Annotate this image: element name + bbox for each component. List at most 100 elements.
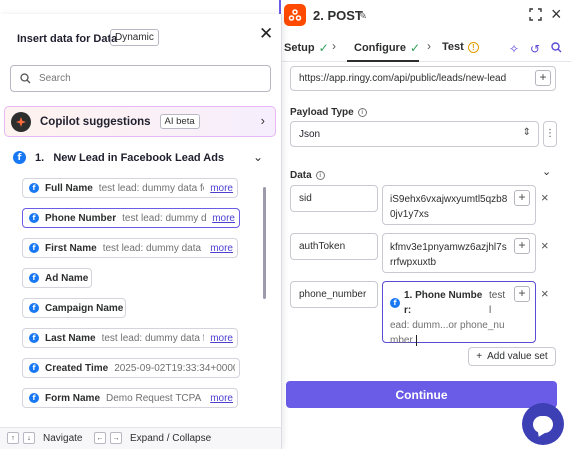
add-value-set-button[interactable]: + Add value set <box>468 347 556 366</box>
field-value: Demo Request TCPA Form <box>106 392 204 404</box>
data-value-field[interactable]: iS9ehx6vxajwxyumtl5qzb80jv1y7xs <box>382 185 536 225</box>
payload-type-value: Json <box>299 129 321 140</box>
continue-button[interactable]: Continue <box>286 381 557 408</box>
data-field-item[interactable]: f Last Name test lead: dummy data for mo… <box>22 328 238 348</box>
check-icon: ✓ <box>409 41 421 55</box>
tab-test[interactable]: Test! <box>442 41 479 53</box>
field-name: Ad Name <box>45 272 89 284</box>
data-field-item[interactable]: f Created Time 2025-09-02T19:33:34+0000 <box>22 358 240 378</box>
tab-label: Setup <box>284 42 315 54</box>
field-name: Form Name <box>45 392 101 404</box>
data-field-item[interactable]: f Ad Name <box>22 268 92 288</box>
data-field-item-selected[interactable]: f Phone Number test lead: dummy data mor… <box>22 208 240 228</box>
close-icon[interactable]: × <box>551 5 562 23</box>
plus-icon: + <box>476 351 483 362</box>
dynamic-badge: Dynamic <box>110 29 159 46</box>
search-icon <box>20 73 31 84</box>
label-text: Payload Type <box>290 107 354 118</box>
facebook-icon: f <box>29 363 39 373</box>
arrow-down-icon: ↓ <box>23 432 35 444</box>
value-text: kfmv3e1pnyamwz6azjhl7srrfwpxuxtb <box>390 242 507 268</box>
field-name: Campaign Name <box>45 302 124 314</box>
sparkle-icon[interactable]: ✧ <box>509 42 519 56</box>
arrow-up-icon: ↑ <box>7 432 19 444</box>
search-icon[interactable] <box>551 42 562 56</box>
url-field[interactable]: https://app.ringy.com/api/public/leads/n… <box>290 66 556 91</box>
data-key-field[interactable]: sid <box>290 185 378 212</box>
remove-row-icon[interactable]: × <box>541 190 549 205</box>
tab-configure[interactable]: Configure ✓ <box>354 41 420 55</box>
field-value: test lead: dummy data for <box>101 332 205 344</box>
more-link[interactable]: more <box>210 243 233 254</box>
step-title: 2. POST <box>313 8 363 23</box>
chevron-down-icon[interactable]: ⌄ <box>542 165 551 178</box>
expand-collapse-hint: ← → Expand / Collapse <box>94 432 211 444</box>
scrollbar-thumb[interactable] <box>263 187 266 299</box>
data-field-item[interactable]: f Form Name Demo Request TCPA Form more <box>22 388 238 408</box>
field-value: 2025-09-02T19:33:34+0000 <box>114 362 235 374</box>
search-placeholder: Search <box>39 73 71 84</box>
remove-row-icon[interactable]: × <box>541 238 549 253</box>
chat-bubble-icon <box>533 415 553 433</box>
facebook-icon: f <box>29 213 39 223</box>
copilot-title: Copilot suggestions <box>40 115 151 128</box>
facebook-icon: f <box>29 273 39 283</box>
copilot-suggestions-button[interactable]: Copilot suggestions AI beta › <box>4 106 276 137</box>
search-input[interactable]: Search <box>10 65 271 92</box>
chat-button[interactable] <box>522 403 564 445</box>
more-options-button[interactable]: ⋮ <box>543 121 557 147</box>
remove-row-icon[interactable]: × <box>541 286 549 301</box>
pill-label: 1. Phone Number: <box>404 290 483 316</box>
payload-type-label: Payload Type i <box>290 107 367 118</box>
data-field-item[interactable]: f Full Name test lead: dummy data for f … <box>22 178 238 198</box>
tab-setup[interactable]: Setup ✓ <box>284 41 329 55</box>
more-link[interactable]: more <box>212 213 235 224</box>
navigate-label: Navigate <box>43 432 83 444</box>
chevron-down-icon[interactable]: ⌄ <box>253 150 263 164</box>
facebook-icon: f <box>29 183 39 193</box>
warning-icon: ! <box>467 41 479 53</box>
more-link[interactable]: more <box>210 183 233 194</box>
insert-data-button[interactable]: + <box>514 238 530 254</box>
pencil-icon[interactable]: ✎ <box>358 9 367 22</box>
url-value: https://app.ringy.com/api/public/leads/n… <box>299 73 507 84</box>
info-icon: i <box>357 108 367 117</box>
data-value-field[interactable]: kfmv3e1pnyamwz6azjhl7srrfwpxuxtb <box>382 233 536 273</box>
data-field-item[interactable]: f Campaign Name <box>22 298 126 318</box>
tab-label: Configure <box>354 42 406 54</box>
key-text: phone_number <box>299 289 367 300</box>
facebook-icon: f <box>29 243 39 253</box>
canvas-connector <box>279 0 281 14</box>
arrow-right-icon: → <box>110 432 122 444</box>
insert-data-button[interactable]: + <box>514 190 530 206</box>
value-text: iS9ehx6vxajwxyumtl5qzb80jv1y7xs <box>390 194 508 220</box>
data-field-item[interactable]: f First Name test lead: dummy data for m… <box>22 238 238 258</box>
data-value-field-active[interactable]: f 1. Phone Number: test l ead: dumm...or… <box>382 281 536 346</box>
trigger-step-header[interactable]: f 1. New Lead in Facebook Lead Ads <box>13 151 224 164</box>
expand-icon[interactable] <box>529 8 542 26</box>
data-key-field[interactable]: phone_number <box>290 281 378 308</box>
mapped-field-pill[interactable]: f 1. Phone Number: test l <box>390 288 509 318</box>
undo-icon[interactable]: ↺ <box>530 42 540 56</box>
active-tab-indicator <box>347 60 419 62</box>
tab-label: Test <box>442 41 464 53</box>
field-name: First Name <box>45 242 97 254</box>
more-link[interactable]: more <box>210 393 233 404</box>
insert-data-button[interactable]: + <box>514 286 530 302</box>
close-icon[interactable]: ✕ <box>259 24 273 44</box>
step-tabs: Setup ✓ › Configure ✓ › Test! <box>280 34 571 62</box>
info-icon: i <box>315 171 325 180</box>
continue-label: Continue <box>395 387 448 402</box>
field-value: test lead: dummy data for f <box>98 182 204 194</box>
add-value-set-label: Add value set <box>487 351 548 362</box>
more-link[interactable]: more <box>210 333 233 344</box>
insert-data-panel: Insert data for Data Dynamic ✕ Search Co… <box>0 14 282 449</box>
facebook-icon: f <box>29 303 39 313</box>
insert-data-button[interactable]: + <box>535 70 551 86</box>
payload-type-select[interactable]: Json ⇕ <box>290 121 539 147</box>
panel-title: Insert data for Data <box>17 33 118 45</box>
chevron-right-icon: › <box>427 39 431 53</box>
check-icon: ✓ <box>318 41 329 55</box>
navigate-hint: ↑ ↓ Navigate <box>7 432 82 444</box>
data-key-field[interactable]: authToken <box>290 233 378 260</box>
